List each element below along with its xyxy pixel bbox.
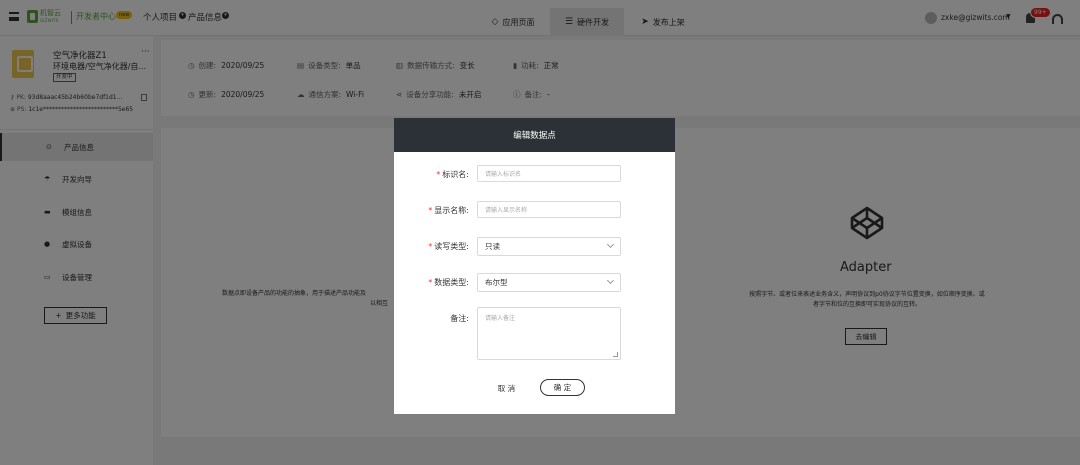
cancel-button[interactable]: 取 消 [494, 380, 519, 396]
data-type-label: * 数据类型: [394, 277, 469, 288]
remark-label: 备注: [450, 314, 469, 323]
rw-type-label: * 读写类型: [394, 241, 469, 252]
remark-textarea[interactable]: 请输入备注 [477, 307, 621, 360]
required-mark: * [428, 242, 433, 251]
edit-datapoint-dialog: 编辑数据点 * 标识名: 请输入标识名 * 显示名称: 请输入显示名称 * 读写类型:… [394, 118, 675, 414]
chevron-down-icon [606, 276, 615, 285]
data-type-value: 布尔型 [485, 278, 508, 287]
chevron-down-icon [606, 240, 615, 249]
rw-type-label-text: 读写类型: [434, 242, 469, 251]
dialog-title: 编辑数据点 [394, 118, 675, 152]
remark-placeholder: 请输入备注 [485, 315, 516, 322]
identifier-label: * 标识名: [394, 169, 469, 180]
required-mark: * [428, 206, 433, 215]
resize-handle-icon[interactable] [613, 352, 618, 357]
confirm-button[interactable]: 确 定 [540, 379, 585, 396]
data-type-label-text: 数据类型: [434, 278, 469, 287]
identifier-input[interactable]: 请输入标识名 [477, 165, 621, 182]
data-type-select[interactable]: 布尔型 [477, 273, 621, 292]
display-name-input[interactable]: 请输入显示名称 [477, 201, 621, 218]
required-mark: * [436, 170, 441, 179]
required-mark: * [428, 278, 433, 287]
rw-type-value: 只读 [485, 242, 500, 251]
display-name-label: * 显示名称: [394, 205, 469, 216]
rw-type-select[interactable]: 只读 [477, 237, 621, 256]
identifier-label-text: 标识名: [442, 170, 469, 179]
display-name-label-text: 显示名称: [434, 206, 469, 215]
